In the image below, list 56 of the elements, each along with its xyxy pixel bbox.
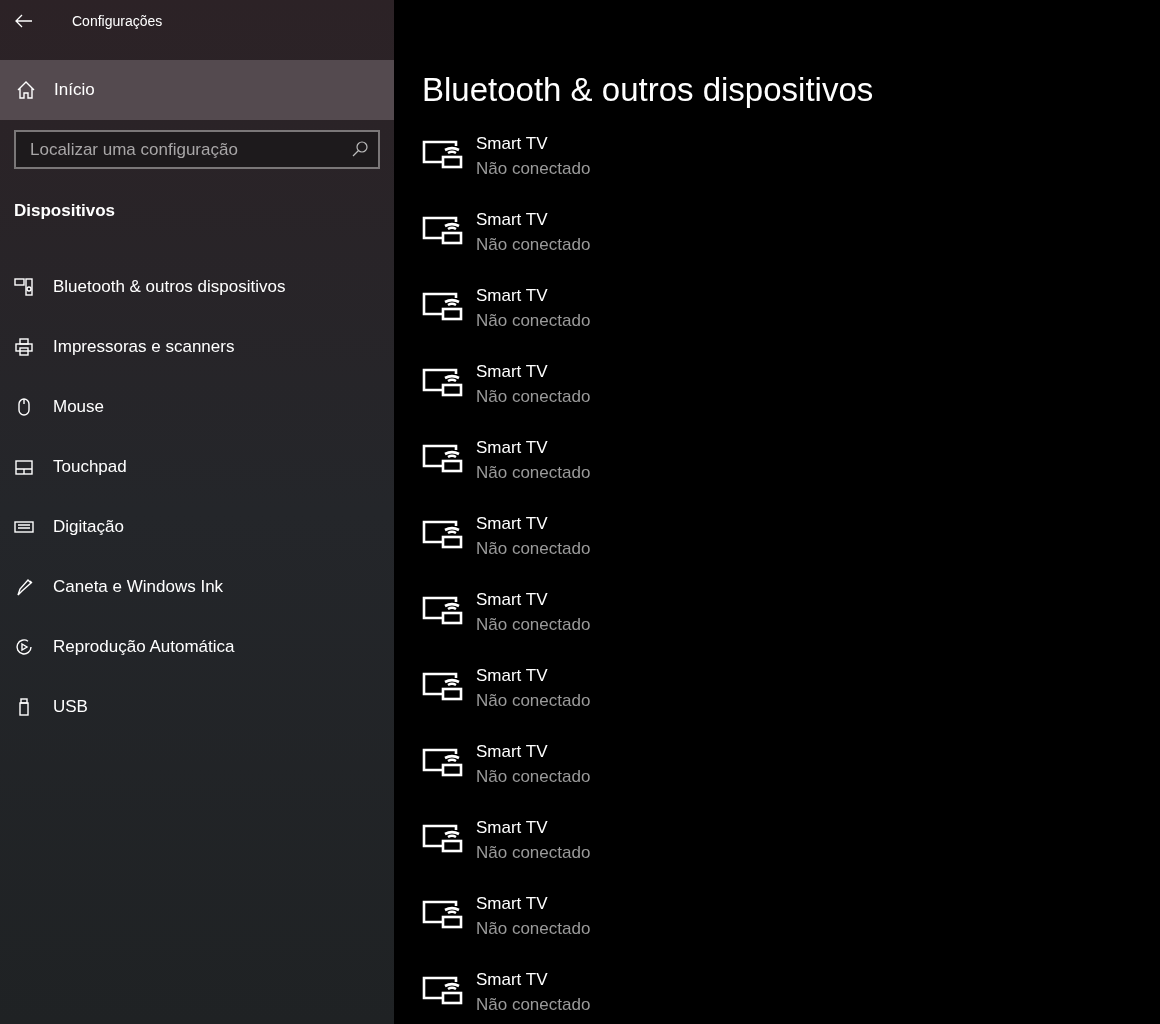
cast-display-icon xyxy=(422,672,463,702)
device-status: Não conectado xyxy=(476,538,591,560)
device-name: Smart TV xyxy=(476,665,549,687)
page-title: Bluetooth & outros dispositivos xyxy=(422,70,875,110)
device-status: Não conectado xyxy=(476,918,591,940)
device-status: Não conectado xyxy=(476,614,591,636)
nav-item[interactable]: Mouse xyxy=(0,376,394,437)
cast-display-icon xyxy=(422,216,463,246)
nav-item[interactable]: USB xyxy=(0,676,394,737)
printer-icon xyxy=(14,336,34,357)
pen-icon xyxy=(14,576,34,597)
search-field[interactable]: Localizar uma configuração xyxy=(14,130,380,169)
nav-item[interactable]: Bluetooth & outros dispositivos xyxy=(0,256,394,317)
search-icon xyxy=(352,141,368,157)
cast-display-icon xyxy=(422,444,463,474)
device-status: Não conectado xyxy=(476,766,591,788)
device-name: Smart TV xyxy=(476,437,549,459)
nav-item[interactable]: Touchpad xyxy=(0,436,394,497)
cast-display-icon xyxy=(422,368,463,398)
cast-display-icon xyxy=(422,596,463,626)
nav-item[interactable]: Impressoras e scanners xyxy=(0,316,394,377)
cast-display-icon xyxy=(422,824,463,854)
device-status: Não conectado xyxy=(476,690,591,712)
back-arrow-icon xyxy=(15,14,33,28)
device-name: Smart TV xyxy=(476,969,549,991)
device-status: Não conectado xyxy=(476,234,591,256)
cast-display-icon xyxy=(422,140,463,170)
device-status: Não conectado xyxy=(476,842,591,864)
cast-display-icon xyxy=(422,748,463,778)
device-name: Smart TV xyxy=(476,589,549,611)
device-name: Smart TV xyxy=(476,817,549,839)
autoplay-icon xyxy=(14,636,34,657)
nav-item[interactable]: Digitação xyxy=(0,496,394,557)
device-status: Não conectado xyxy=(476,386,591,408)
cast-display-icon xyxy=(422,976,463,1006)
device-status: Não conectado xyxy=(476,994,591,1016)
device-name: Smart TV xyxy=(476,209,549,231)
nav-item[interactable]: Caneta e Windows Ink xyxy=(0,556,394,617)
device-name: Smart TV xyxy=(476,741,549,763)
device-status: Não conectado xyxy=(476,462,591,484)
device-status: Não conectado xyxy=(476,158,591,180)
device-name: Smart TV xyxy=(476,133,549,155)
nav-item[interactable]: Reprodução Automática xyxy=(0,616,394,677)
home-icon xyxy=(16,80,36,100)
device-name: Smart TV xyxy=(476,513,549,535)
section-heading: Dispositivos xyxy=(14,200,117,222)
home-nav-item[interactable]: Início xyxy=(0,60,394,120)
device-name: Smart TV xyxy=(476,893,549,915)
cast-display-icon xyxy=(422,292,463,322)
cast-display-icon xyxy=(422,520,463,550)
window-title: Configurações xyxy=(72,11,163,31)
device-name: Smart TV xyxy=(476,285,549,307)
cast-display-icon xyxy=(422,900,463,930)
device-name: Smart TV xyxy=(476,361,549,383)
bluetooth-devices-icon xyxy=(14,276,34,297)
device-status: Não conectado xyxy=(476,310,591,332)
